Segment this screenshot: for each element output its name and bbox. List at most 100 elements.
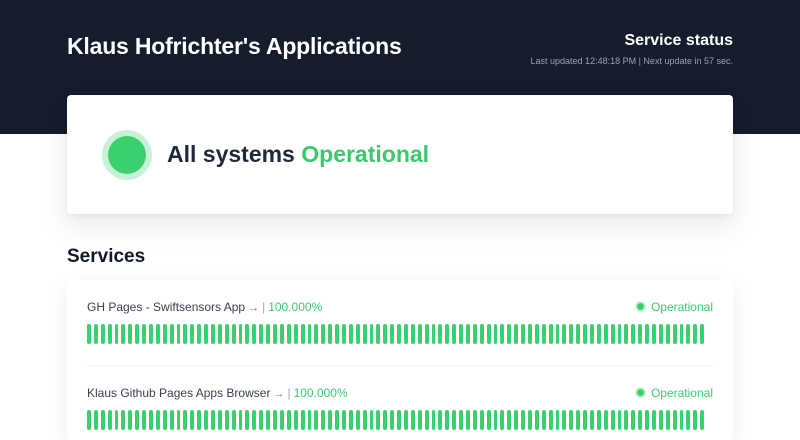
uptime-tick[interactable] [679,324,684,344]
uptime-tick[interactable] [541,324,546,344]
uptime-tick[interactable] [121,410,126,430]
uptime-tick[interactable] [183,324,188,344]
uptime-tick[interactable] [569,410,574,430]
uptime-tick[interactable] [403,324,408,344]
uptime-tick[interactable] [397,324,401,344]
uptime-tick[interactable] [465,410,470,430]
uptime-tick[interactable] [528,324,532,344]
uptime-tick[interactable] [452,410,457,430]
uptime-tick[interactable] [486,410,491,430]
uptime-tick[interactable] [645,410,650,430]
service-link[interactable]: GH Pages - Swiftsensors App [87,300,245,314]
uptime-tick[interactable] [569,324,574,344]
uptime-tick[interactable] [610,324,615,344]
uptime-tick[interactable] [307,410,312,430]
uptime-tick[interactable] [700,324,705,344]
uptime-tick[interactable] [590,324,594,344]
uptime-tick[interactable] [624,410,629,430]
uptime-tick[interactable] [445,324,450,344]
uptime-tick[interactable] [369,410,374,430]
uptime-tick[interactable] [169,410,174,430]
uptime-tick[interactable] [638,410,643,430]
uptime-tick[interactable] [341,324,346,344]
uptime-tick[interactable] [183,410,188,430]
uptime-tick[interactable] [121,324,126,344]
uptime-tick[interactable] [238,410,243,430]
uptime-tick[interactable] [521,324,525,344]
uptime-tick[interactable] [114,324,119,344]
uptime-tick[interactable] [321,410,326,430]
uptime-tick[interactable] [362,324,367,344]
uptime-tick[interactable] [658,410,663,430]
uptime-tick[interactable] [87,410,91,430]
uptime-tick[interactable] [548,324,553,344]
uptime-tick[interactable] [300,324,305,344]
uptime-tick[interactable] [528,410,532,430]
uptime-tick[interactable] [293,324,298,344]
uptime-tick[interactable] [107,410,112,430]
uptime-tick[interactable] [583,410,588,430]
uptime-tick[interactable] [293,410,298,430]
uptime-tick[interactable] [431,324,436,344]
uptime-tick[interactable] [252,324,257,344]
uptime-tick[interactable] [679,410,684,430]
uptime-tick[interactable] [672,410,677,430]
uptime-tick[interactable] [459,410,463,430]
uptime-tick[interactable] [279,324,284,344]
uptime-tick[interactable] [238,324,243,344]
uptime-tick[interactable] [658,324,663,344]
uptime-tick[interactable] [700,410,705,430]
uptime-tick[interactable] [155,410,160,430]
uptime-tick[interactable] [424,324,429,344]
uptime-tick[interactable] [459,324,463,344]
uptime-tick[interactable] [534,410,539,430]
uptime-tick[interactable] [472,410,477,430]
uptime-tick[interactable] [231,324,236,344]
uptime-tick[interactable] [672,324,677,344]
uptime-tick[interactable] [252,410,257,430]
uptime-tick[interactable] [259,324,264,344]
uptime-tick[interactable] [514,410,519,430]
uptime-tick[interactable] [562,410,567,430]
uptime-tick[interactable] [472,324,477,344]
uptime-tick[interactable] [100,324,105,344]
uptime-tick[interactable] [610,410,615,430]
uptime-tick[interactable] [142,410,147,430]
uptime-tick[interactable] [555,410,560,430]
uptime-tick[interactable] [645,324,650,344]
uptime-tick[interactable] [417,410,422,430]
uptime-tick[interactable] [162,410,167,430]
uptime-tick[interactable] [507,324,512,344]
uptime-tick[interactable] [638,324,643,344]
uptime-tick[interactable] [224,410,229,430]
uptime-tick[interactable] [693,324,698,344]
uptime-tick[interactable] [204,410,209,430]
uptime-tick[interactable] [686,324,691,344]
uptime-tick[interactable] [348,410,353,430]
uptime-tick[interactable] [286,410,291,430]
service-link[interactable]: Klaus Github Pages Apps Browser [87,386,270,400]
uptime-tick[interactable] [300,410,305,430]
uptime-tick[interactable] [390,410,395,430]
uptime-tick[interactable] [369,324,374,344]
uptime-tick[interactable] [500,410,505,430]
uptime-tick[interactable] [541,410,546,430]
uptime-tick[interactable] [114,410,119,430]
uptime-tick[interactable] [273,324,277,344]
uptime-tick[interactable] [452,324,457,344]
uptime-tick[interactable] [259,410,264,430]
uptime-tick[interactable] [665,324,670,344]
uptime-tick[interactable] [266,410,271,430]
uptime-tick[interactable] [603,324,608,344]
uptime-tick[interactable] [693,410,698,430]
uptime-tick[interactable] [555,324,560,344]
uptime-tick[interactable] [652,324,656,344]
uptime-tick[interactable] [107,324,112,344]
uptime-tick[interactable] [190,410,195,430]
uptime-tick[interactable] [376,410,381,430]
uptime-tick[interactable] [273,410,277,430]
uptime-tick[interactable] [169,324,174,344]
uptime-tick[interactable] [245,410,250,430]
uptime-tick[interactable] [617,410,622,430]
uptime-tick[interactable] [548,410,553,430]
